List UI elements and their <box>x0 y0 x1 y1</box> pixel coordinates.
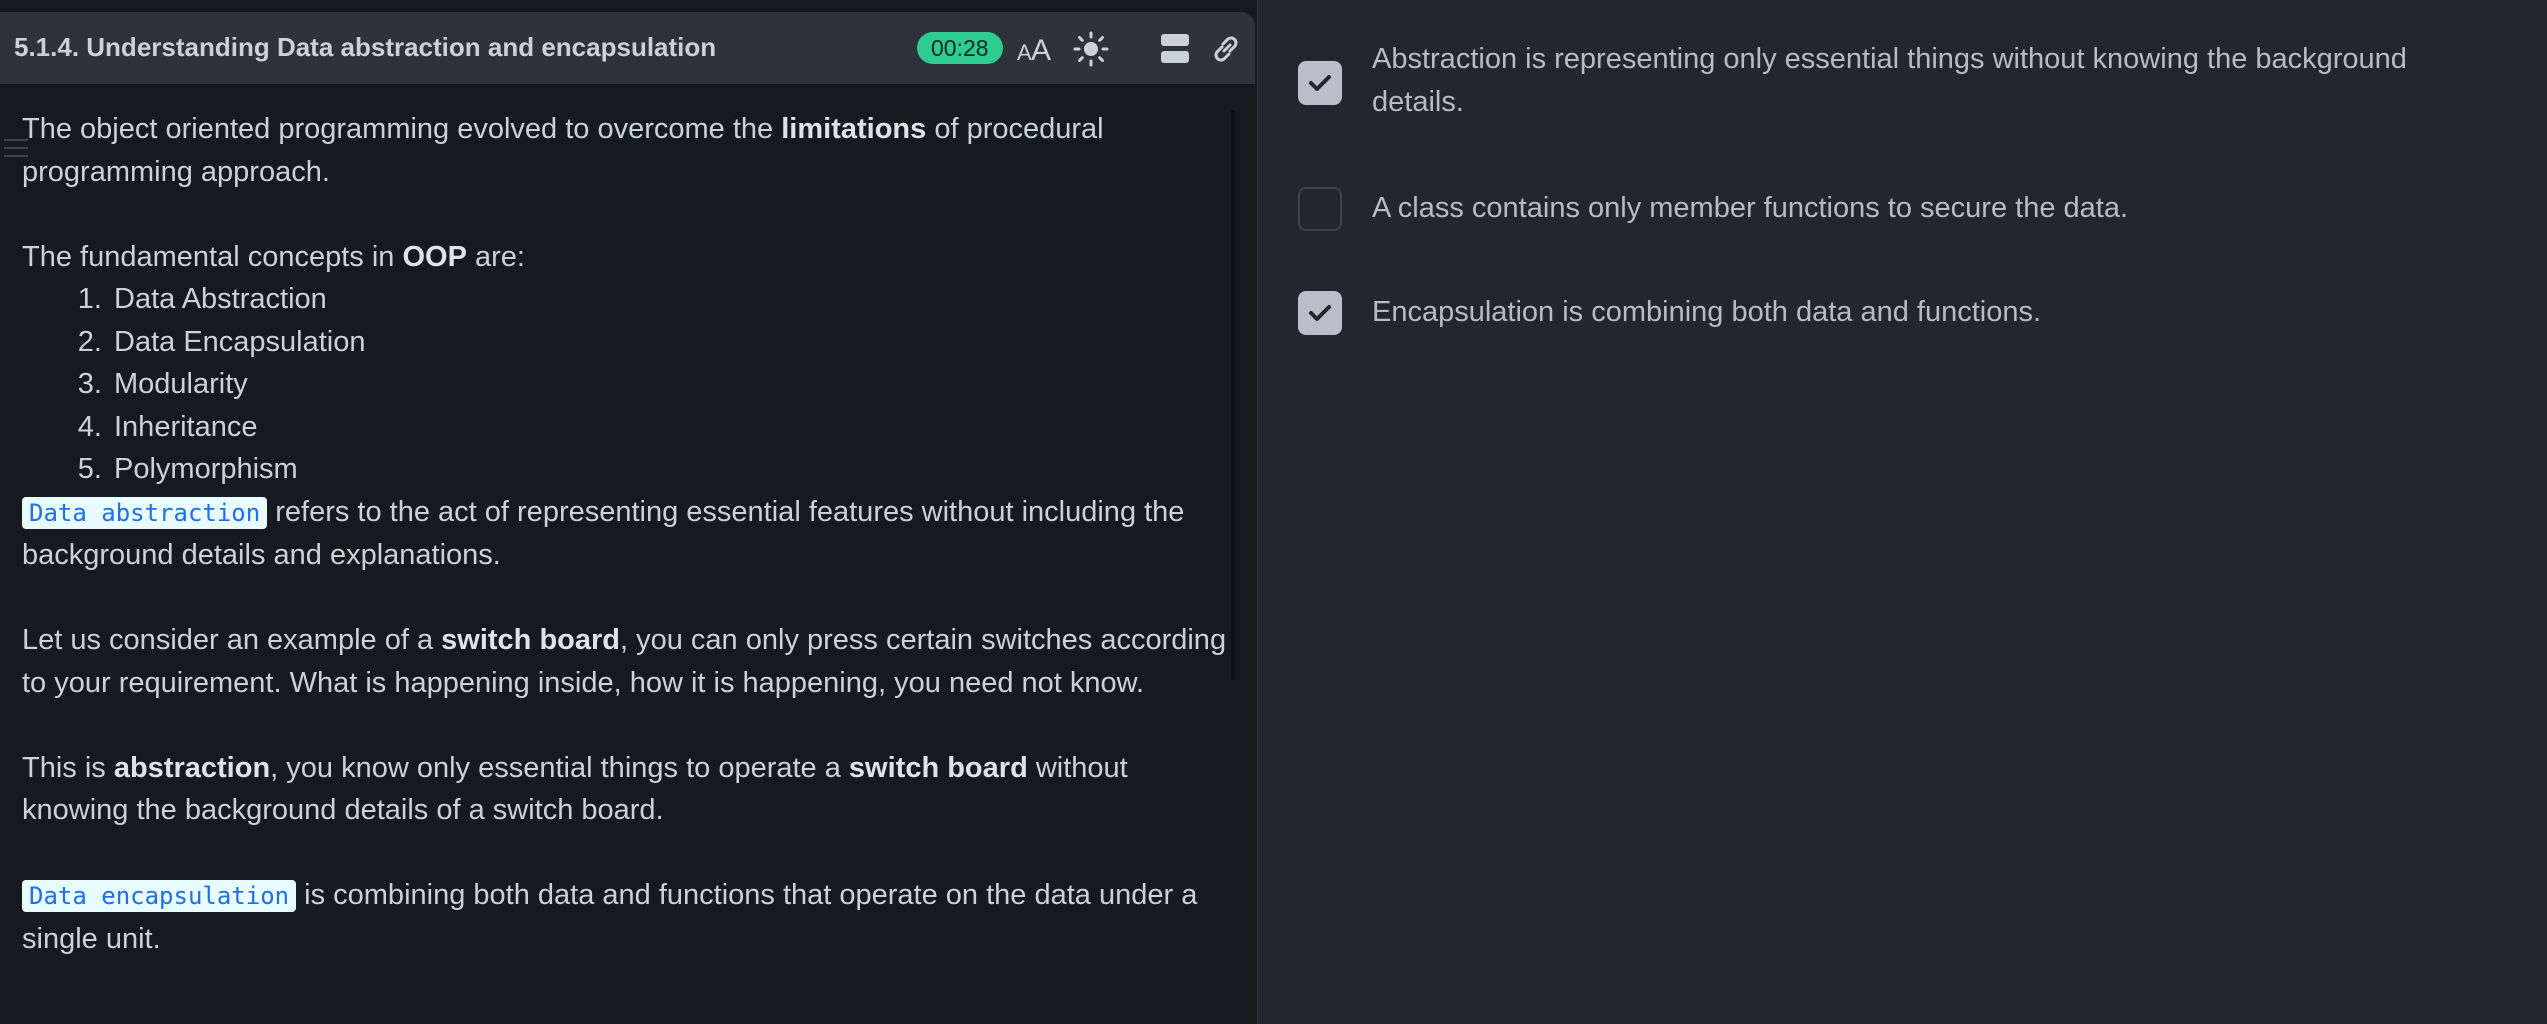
lesson-header: 5.1.4. Understanding Data abstraction an… <box>0 12 1255 84</box>
option-1[interactable]: Abstraction is representing only essenti… <box>1298 43 2498 123</box>
lesson-content: The object oriented programming evolved … <box>22 108 1232 960</box>
paragraph-abstraction-summary: This is abstraction, you know only essen… <box>22 751 1128 827</box>
paragraph-switch-board: Let us consider an example of a switch b… <box>22 624 1227 699</box>
timer-badge: 00:28 <box>917 32 1003 64</box>
lesson-title: 5.1.4. Understanding Data abstraction an… <box>14 32 717 62</box>
scrollbar[interactable] <box>1231 110 1235 680</box>
paragraph-encapsulation-def: Data encapsulation is combining both dat… <box>22 879 1198 955</box>
checkbox-unchecked[interactable] <box>1298 187 1342 231</box>
option-3[interactable]: Encapsulation is combining both data and… <box>1298 291 2498 335</box>
option-label: A class contains only member functions t… <box>1372 192 2129 224</box>
checkbox-checked[interactable] <box>1298 61 1342 105</box>
option-label: Abstraction is representing only essenti… <box>1372 43 2407 118</box>
paragraph-abstraction-def: Data abstraction refers to the act of re… <box>22 495 1185 571</box>
list-item: Polymorphism <box>110 448 1232 491</box>
list-item: Data Abstraction <box>110 278 1232 321</box>
list-item: Inheritance <box>110 406 1232 449</box>
link-icon[interactable] <box>1207 30 1245 68</box>
check-icon <box>1309 75 1331 91</box>
brightness-icon[interactable] <box>1072 30 1110 68</box>
paragraph-concepts: The fundamental concepts in OOP are: <box>22 240 525 273</box>
svg-text:A: A <box>1031 34 1051 67</box>
list-item: Modularity <box>110 363 1232 406</box>
lesson-panel: 5.1.4. Understanding Data abstraction an… <box>0 0 1258 1024</box>
paragraph-intro: The object oriented programming evolved … <box>22 113 1104 188</box>
svg-text:A: A <box>1017 40 1032 65</box>
list-item: Data Encapsulation <box>110 321 1232 364</box>
option-2[interactable]: A class contains only member functions t… <box>1298 187 2498 231</box>
option-label: Encapsulation is combining both data and… <box>1372 296 2042 328</box>
check-icon <box>1309 305 1331 321</box>
checkbox-checked[interactable] <box>1298 291 1342 335</box>
concepts-list: Data Abstraction Data Encapsulation Modu… <box>22 278 1232 491</box>
code-term: Data encapsulation <box>22 880 297 912</box>
code-term: Data abstraction <box>22 496 268 529</box>
font-size-icon[interactable]: A A <box>1016 30 1054 68</box>
layout-icon[interactable] <box>1156 30 1194 68</box>
